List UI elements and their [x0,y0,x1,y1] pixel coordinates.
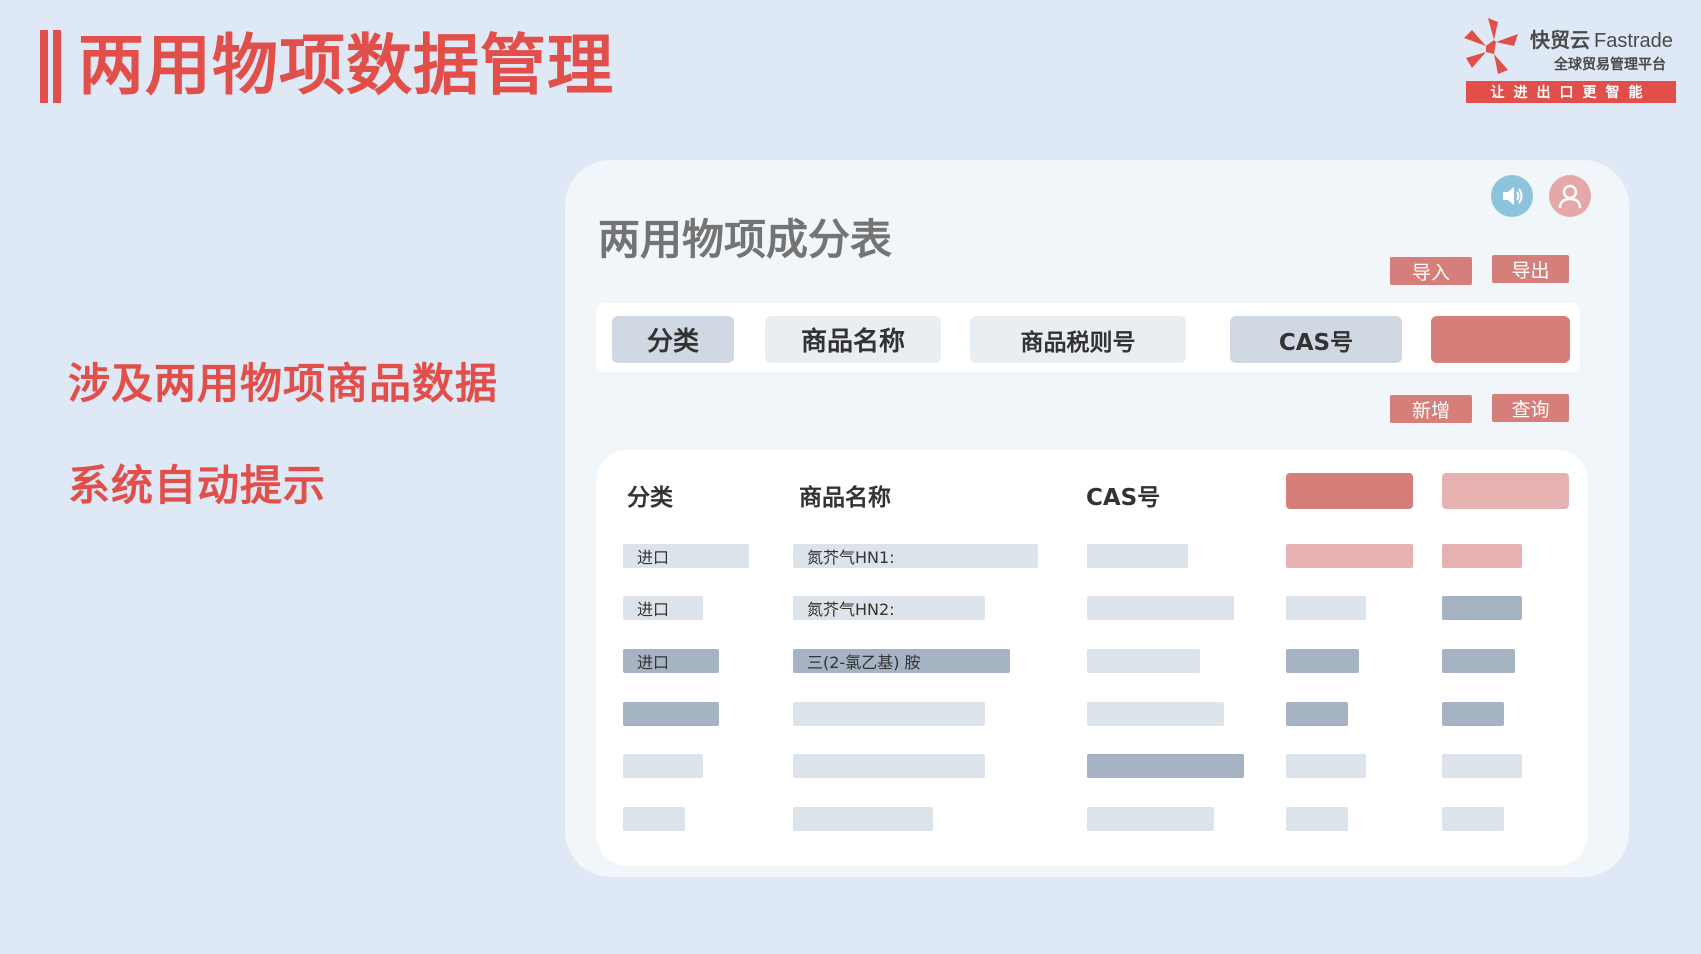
cell-placeholder [1442,702,1504,726]
export-button[interactable]: 导出 [1492,255,1569,283]
cell-placeholder [1442,596,1522,620]
logo-brand: 快贸云 Fastrade [1530,24,1673,53]
table-row[interactable]: 进口 三(2-氯乙基) 胺 [596,649,1588,673]
cell-placeholder [623,754,703,778]
filter-bar: 分类 商品名称 商品税则号 CAS号 [596,303,1580,372]
logo-slogan: 让进出口更智能 [1466,81,1676,103]
column-header-category: 分类 [627,485,673,511]
table-row[interactable] [596,807,1588,831]
cell-placeholder [1286,649,1359,673]
feature-text-2: 系统自动提示 [68,461,327,510]
page-title: 两用物项数据管理 [78,27,614,104]
filter-category[interactable]: 分类 [612,316,734,363]
cell-placeholder [793,702,985,726]
table-row[interactable]: 进口 氮芥气HN2: [596,596,1588,620]
user-icon [1558,184,1582,209]
cell-placeholder [1087,649,1200,673]
logo-subtitle: 全球贸易管理平台 [1554,57,1666,73]
cell-placeholder [1286,544,1413,568]
cell-category: 进口 [623,596,703,620]
add-button[interactable]: 新增 [1390,395,1472,423]
cell-placeholder [623,702,719,726]
cell-placeholder [1087,702,1224,726]
cell-placeholder [1087,544,1188,568]
column-header-placeholder-2 [1442,473,1569,509]
cell-placeholder [1442,754,1522,778]
user-button[interactable] [1549,175,1591,217]
search-button[interactable] [1431,316,1570,363]
cell-placeholder [1286,807,1348,831]
speaker-button[interactable] [1491,175,1533,217]
fastrade-logo: 快贸云 Fastrade 全球贸易管理平台 让进出口更智能 [1462,18,1676,106]
cell-placeholder [1286,702,1348,726]
import-button[interactable]: 导入 [1390,257,1472,285]
cell-name: 氮芥气HN2: [793,596,985,620]
table-row[interactable] [596,702,1588,726]
title-accent-bars [40,30,61,103]
cell-placeholder [1286,754,1366,778]
filter-cas-number[interactable]: CAS号 [1230,316,1402,363]
filter-tariff-number[interactable]: 商品税则号 [970,316,1186,363]
column-header-placeholder-1 [1286,473,1413,509]
pinwheel-logo-icon [1464,18,1518,74]
speaker-icon [1503,187,1523,205]
cell-placeholder [1442,807,1504,831]
cell-placeholder [1087,754,1244,778]
cell-category: 进口 [623,544,749,568]
cell-name: 氮芥气HN1: [793,544,1038,568]
cell-name: 三(2-氯乙基) 胺 [793,649,1010,673]
cell-placeholder [1087,596,1234,620]
cell-placeholder [1286,596,1366,620]
column-header-cas: CAS号 [1086,485,1161,511]
feature-text-1: 涉及两用物项商品数据 [68,359,499,408]
cell-placeholder [793,754,985,778]
cell-placeholder [1442,649,1515,673]
cell-placeholder [623,807,685,831]
app-window: 两用物项成分表 导入 导出 分类 商品名称 商品税则号 CAS号 新增 查询 分… [565,160,1629,877]
cell-placeholder [1087,807,1214,831]
table-row[interactable] [596,754,1588,778]
column-header-name: 商品名称 [799,485,891,511]
filter-product-name[interactable]: 商品名称 [765,316,941,363]
cell-placeholder [793,807,933,831]
panel-title: 两用物项成分表 [598,215,893,264]
data-table: 分类 商品名称 CAS号 进口 氮芥气HN1: 进口 氮芥气HN2: 进口 三(… [596,450,1588,866]
query-button[interactable]: 查询 [1492,394,1569,422]
cell-placeholder [1442,544,1522,568]
cell-category: 进口 [623,649,719,673]
logo-brand-cn: 快贸云 [1530,30,1590,52]
table-row[interactable]: 进口 氮芥气HN1: [596,544,1588,568]
logo-brand-en: Fastrade [1594,30,1673,52]
